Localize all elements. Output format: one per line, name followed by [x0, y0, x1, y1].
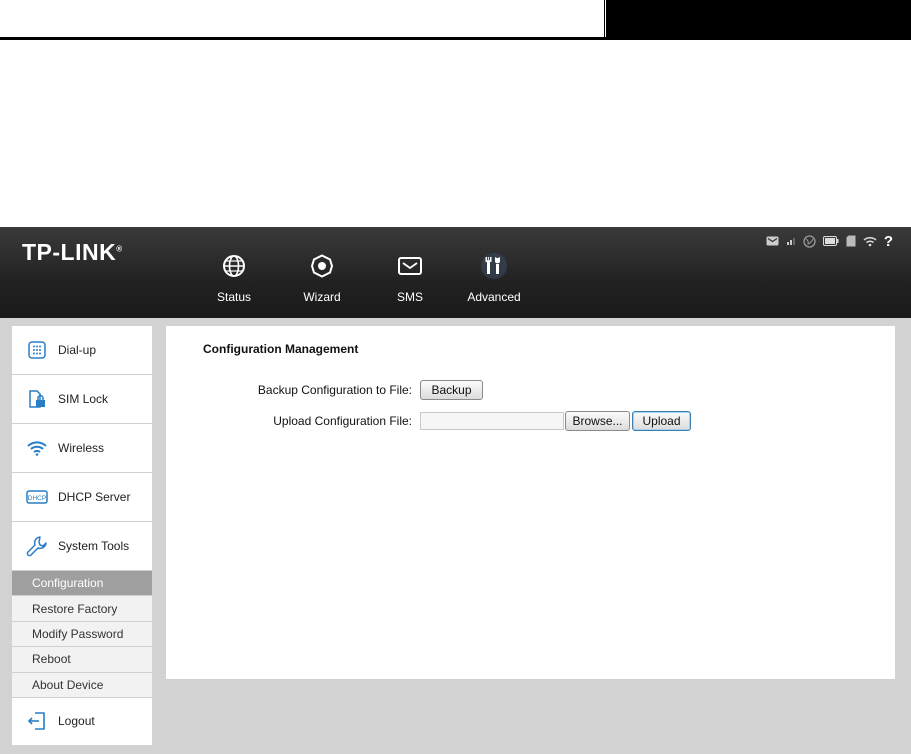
- sidebar-subitem-modify-password[interactable]: Modify Password: [12, 621, 152, 648]
- tp-link-logo: TP-LINK®: [22, 239, 123, 265]
- sidebar-subitem-configuration[interactable]: Configuration: [12, 571, 152, 597]
- internet-icon: [803, 234, 816, 248]
- nav-status[interactable]: Status: [212, 253, 256, 315]
- sidebar-item-wireless[interactable]: Wireless: [12, 424, 152, 473]
- nav-advanced-label: Advanced: [467, 290, 521, 304]
- sidebar-subitem-reboot[interactable]: Reboot: [12, 647, 152, 673]
- body-area: Dial-up SIM Lock Wireless DHCP DHCP Serv…: [0, 318, 911, 754]
- envelope-icon: [397, 253, 423, 279]
- tools-icon: [481, 253, 507, 279]
- browse-button[interactable]: Browse...: [565, 411, 630, 431]
- wifi-icon: [863, 236, 877, 247]
- sidebar-item-label: DHCP Server: [58, 490, 131, 504]
- signal-icon: [786, 236, 796, 246]
- upload-file-field[interactable]: [420, 412, 564, 430]
- wrench-icon: [26, 535, 48, 557]
- battery-icon: [822, 236, 839, 246]
- sidebar-item-label: SIM Lock: [58, 392, 109, 406]
- main-panel: Configuration Management Backup Configur…: [166, 326, 895, 679]
- sidebar-item-label: System Tools: [58, 539, 130, 553]
- nav-advanced[interactable]: Advanced: [462, 253, 526, 315]
- page-title: Configuration Management: [203, 342, 359, 356]
- router-admin-app: TP-LINK® Status Wizard SMS Advanced ? Di…: [0, 227, 911, 754]
- nav-sms[interactable]: SMS: [388, 253, 432, 315]
- nav-sms-label: SMS: [396, 290, 423, 304]
- message-icon[interactable]: [766, 236, 779, 246]
- sidebar: Dial-up SIM Lock Wireless DHCP DHCP Serv…: [12, 326, 152, 745]
- sim-lock-icon: [26, 388, 48, 410]
- subitem-label: About Device: [32, 677, 104, 692]
- header-black-box: [606, 0, 911, 37]
- upload-label: Upload Configuration File:: [273, 414, 412, 428]
- backup-button[interactable]: Backup: [420, 380, 483, 400]
- sidebar-item-dhcp-server[interactable]: DHCP DHCP Server: [12, 473, 152, 522]
- header-rule: [0, 37, 911, 40]
- document-header: [0, 0, 911, 40]
- header-divider: [604, 0, 605, 37]
- subitem-label: Modify Password: [32, 626, 124, 641]
- globe-icon: [221, 253, 247, 279]
- sidebar-item-sim-lock[interactable]: SIM Lock: [12, 375, 152, 424]
- status-icon-bar: ?: [766, 233, 893, 250]
- sidebar-item-label: Wireless: [58, 441, 105, 455]
- wifi-icon: [26, 437, 48, 459]
- backup-label: Backup Configuration to File:: [257, 383, 412, 397]
- wizard-gear-icon: [309, 253, 335, 279]
- subitem-label: Restore Factory: [32, 601, 118, 616]
- sidebar-item-logout[interactable]: Logout: [12, 697, 152, 745]
- sidebar-subitem-about-device[interactable]: About Device: [12, 672, 152, 698]
- nav-wizard-label: Wizard: [303, 290, 341, 304]
- top-bar: TP-LINK® Status Wizard SMS Advanced ?: [0, 227, 911, 318]
- nav-wizard[interactable]: Wizard: [300, 253, 344, 315]
- nav-status-label: Status: [216, 290, 252, 304]
- sidebar-item-system-tools[interactable]: System Tools: [12, 522, 152, 571]
- svg-text:DHCP: DHCP: [28, 495, 46, 502]
- sidebar-item-label: Logout: [58, 714, 95, 729]
- sidebar-item-dial-up[interactable]: Dial-up: [12, 326, 152, 375]
- subitem-label: Reboot: [32, 652, 71, 667]
- dialpad-icon: [26, 339, 48, 361]
- help-icon[interactable]: ?: [884, 233, 893, 250]
- sidebar-subitem-restore-factory[interactable]: Restore Factory: [12, 596, 152, 622]
- upload-button[interactable]: Upload: [632, 411, 691, 431]
- sidebar-item-label: Dial-up: [58, 343, 97, 357]
- subitem-label: Configuration: [32, 576, 104, 591]
- sd-card-icon: [846, 235, 856, 247]
- logout-icon: [26, 710, 48, 732]
- dhcp-icon: DHCP: [26, 486, 48, 508]
